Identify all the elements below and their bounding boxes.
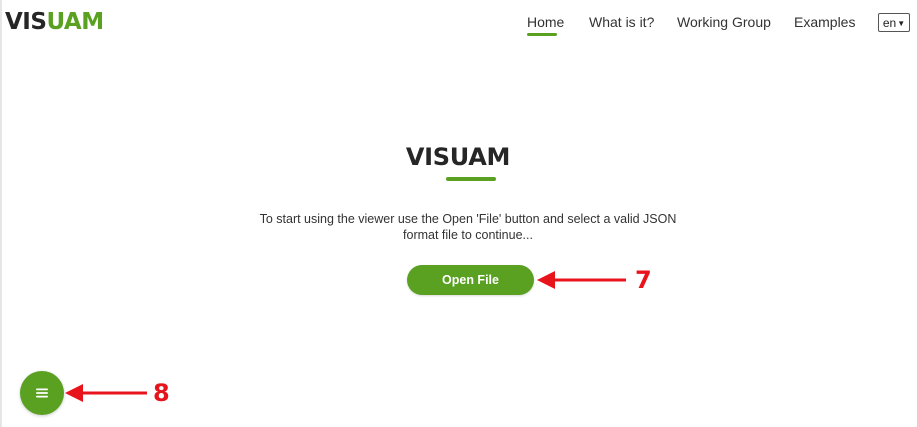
nav-examples[interactable]: Examples	[794, 13, 855, 31]
callout-7: 7	[635, 266, 652, 294]
nav-home[interactable]: Home	[527, 13, 564, 31]
top-header: VISUAM Home What is it? Working Group Ex…	[0, 0, 917, 46]
menu-icon	[36, 388, 48, 398]
menu-fab-button[interactable]	[20, 371, 64, 415]
logo-part-dark: VIS	[5, 9, 47, 35]
nav-working-group[interactable]: Working Group	[677, 13, 771, 31]
page-title: VISUAM	[405, 143, 511, 171]
arrow-8	[65, 384, 147, 402]
chevron-down-icon: ▼	[897, 18, 906, 28]
open-file-button[interactable]: Open File	[407, 265, 534, 295]
language-value: en	[882, 15, 897, 30]
logo[interactable]: VISUAM	[5, 7, 104, 37]
title-underline	[446, 177, 496, 181]
callout-8: 8	[153, 379, 170, 407]
logo-part-green: UAM	[46, 9, 104, 35]
nav-what-is-it[interactable]: What is it?	[589, 13, 654, 31]
language-select[interactable]: en ▼	[878, 13, 910, 32]
page-edge	[0, 0, 2, 427]
active-nav-indicator	[527, 33, 557, 36]
arrow-7	[537, 271, 626, 289]
intro-text: To start using the viewer use the Open '…	[259, 212, 677, 242]
